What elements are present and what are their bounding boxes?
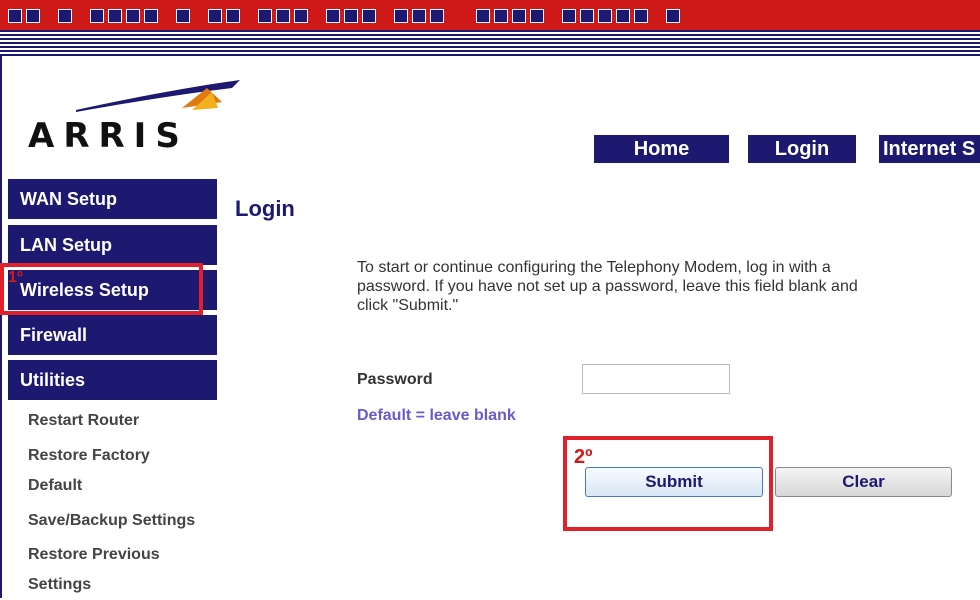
- sidebar-link-restore-previous[interactable]: Restore Previous: [28, 540, 160, 570]
- header-stripes: [0, 30, 980, 54]
- left-border: [0, 56, 6, 598]
- annotation-number-2: 2º: [574, 446, 593, 468]
- annotation-number-1: 1º: [8, 269, 23, 286]
- password-input[interactable]: [582, 364, 730, 394]
- password-hint: Default = leave blank: [357, 407, 516, 424]
- arris-logo: ARRIS: [28, 78, 248, 158]
- sidebar-item-wan-setup[interactable]: WAN Setup: [8, 179, 217, 219]
- intro-line: password. If you have not set up a passw…: [357, 278, 858, 295]
- intro-line: click "Submit.": [357, 297, 459, 314]
- clear-button[interactable]: Clear: [775, 467, 952, 497]
- header-banner: [0, 0, 980, 30]
- logo-text: ARRIS: [28, 116, 189, 156]
- nav-home[interactable]: Home: [594, 135, 729, 163]
- page-title: Login: [235, 196, 295, 221]
- nav-internet[interactable]: Internet S: [879, 135, 980, 163]
- annotation-box-submit: [563, 436, 773, 531]
- sidebar-link-restore-factory[interactable]: Restore Factory: [28, 441, 150, 471]
- intro-line: To start or continue configuring the Tel…: [357, 259, 831, 276]
- sidebar-item-lan-setup[interactable]: LAN Setup: [8, 225, 217, 265]
- sidebar-link-restore-previous-settings[interactable]: Settings: [28, 570, 91, 600]
- password-label: Password: [357, 371, 433, 388]
- intro-text: To start or continue configuring the Tel…: [357, 258, 957, 315]
- sidebar-link-restart-router[interactable]: Restart Router: [28, 406, 139, 436]
- annotation-box-wireless: [0, 263, 203, 315]
- sidebar-item-firewall[interactable]: Firewall: [8, 315, 217, 355]
- banner-pattern: [8, 9, 684, 25]
- header-divider: [0, 54, 980, 56]
- swoosh-icon: [76, 80, 240, 112]
- sidebar-item-utilities[interactable]: Utilities: [8, 360, 217, 400]
- nav-login[interactable]: Login: [748, 135, 856, 163]
- sidebar-link-restore-factory-default[interactable]: Default: [28, 471, 82, 501]
- sidebar-link-save-backup[interactable]: Save/Backup Settings: [28, 506, 195, 536]
